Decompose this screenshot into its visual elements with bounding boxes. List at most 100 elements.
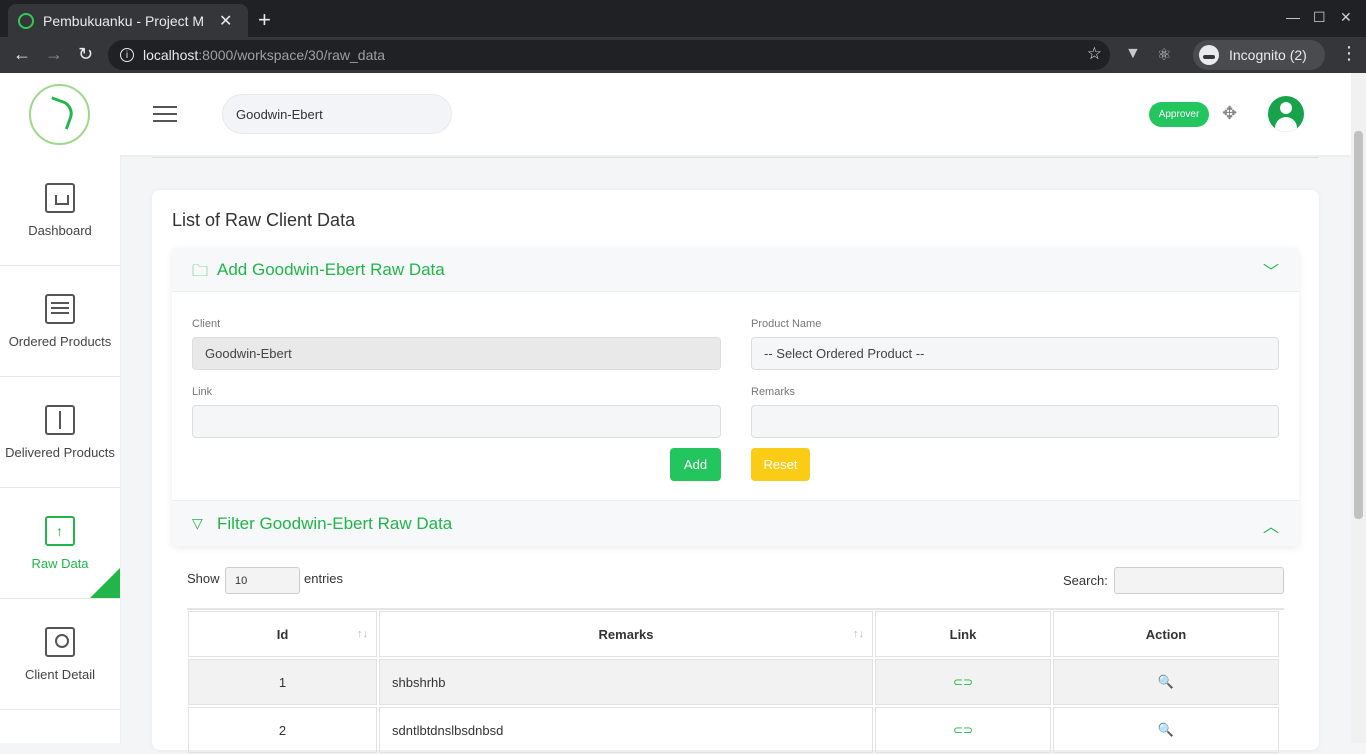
view-detail-icon[interactable]: 🔍 <box>1158 674 1174 690</box>
active-indicator <box>90 568 120 598</box>
cell-remarks: sdntlbtdnslbsdnbsd <box>379 707 873 753</box>
sidebar-item-label: Delivered Products <box>5 444 115 460</box>
add-panel-header[interactable]: 🗀 Add Goodwin-Ebert Raw Data ﹀ <box>172 248 1299 292</box>
remarks-label: Remarks <box>751 386 796 398</box>
table-search-input[interactable] <box>1114 567 1284 594</box>
close-window-icon[interactable]: ✕ <box>1340 9 1352 26</box>
address-bar[interactable]: i localhost :8000/workspace/30/raw_data … <box>108 40 1110 70</box>
url-path: :8000/workspace/30/raw_data <box>198 47 386 63</box>
sidebar-item-label: Dashboard <box>28 222 92 238</box>
sidebar-item-ordered-products[interactable]: Ordered Products <box>0 266 120 377</box>
column-label: Action <box>1145 626 1187 642</box>
reset-button[interactable]: Reset <box>751 448 810 481</box>
show-label: Show <box>187 571 220 586</box>
site-info-icon[interactable]: i <box>120 48 134 62</box>
column-header-id[interactable]: Id ↑↓ <box>188 611 377 657</box>
add-panel-title: Add Goodwin-Ebert Raw Data <box>217 260 445 279</box>
entries-length-select[interactable]: 10 <box>225 567 300 594</box>
client-label: Client <box>192 318 221 330</box>
column-label: Link <box>949 626 977 642</box>
maximize-icon[interactable]: ☐ <box>1313 9 1326 26</box>
forward-icon[interactable]: → <box>45 44 63 65</box>
page-scrollbar[interactable] <box>1351 73 1366 743</box>
column-header-link: Link <box>875 611 1051 657</box>
delivered-products-icon <box>45 404 75 435</box>
incognito-label: Incognito (2) <box>1229 47 1307 63</box>
client-detail-icon <box>45 626 75 657</box>
app-logo[interactable] <box>29 84 90 145</box>
app-header: Goodwin-Ebert Approver ✥ <box>0 73 1351 155</box>
dashboard-icon <box>45 182 75 213</box>
entries-label: entries <box>304 571 344 586</box>
extension-v-icon[interactable]: ▼ <box>1125 45 1141 63</box>
link-icon[interactable]: ⊂⊃ <box>953 675 973 689</box>
incognito-icon <box>1199 45 1219 65</box>
search-label: Search: <box>1063 573 1108 588</box>
table-row: 1 shbshrhb ⊂⊃ 🔍 <box>187 658 1284 706</box>
cell-link: ⊂⊃ <box>875 659 1051 705</box>
react-devtools-icon[interactable]: ⚛ <box>1157 45 1171 65</box>
workspace-selector[interactable]: Goodwin-Ebert <box>222 94 452 134</box>
table-header-row: Id ↑↓ Remarks ↑↓ Link Action <box>187 610 1284 658</box>
incognito-indicator[interactable]: Incognito (2) <box>1193 40 1325 70</box>
client-field: Goodwin-Ebert <box>192 337 721 370</box>
reload-icon[interactable]: ↻ <box>78 44 93 65</box>
column-header-remarks[interactable]: Remarks ↑↓ <box>379 611 873 657</box>
content-divider <box>152 157 1319 158</box>
add-button[interactable]: Add <box>670 448 721 481</box>
add-folder-icon: 🗀 <box>192 263 209 280</box>
sidebar: Dashboard Ordered Products Delivered Pro… <box>0 155 121 743</box>
browser-tab-strip: Pembukuanku - Project M ✕ + — ☐ ✕ <box>0 0 1366 37</box>
filter-panel-header[interactable]: ▽ Filter Goodwin-Ebert Raw Data ︿ <box>172 500 1299 546</box>
sidebar-item-label: Ordered Products <box>8 333 112 349</box>
sidebar-item-client-detail[interactable]: Client Detail <box>0 599 120 710</box>
close-tab-icon[interactable]: ✕ <box>219 11 232 31</box>
url-host: localhost <box>143 47 199 63</box>
chevron-up-icon[interactable]: ︿ <box>1263 513 1279 537</box>
sidebar-item-delivered-products[interactable]: Delivered Products <box>0 377 120 488</box>
minimize-icon[interactable]: — <box>1286 9 1300 25</box>
cell-id: 1 <box>188 659 377 705</box>
cell-action: 🔍 <box>1053 707 1279 753</box>
product-name-label: Product Name <box>751 318 822 330</box>
role-badge: Approver <box>1149 102 1209 127</box>
back-icon[interactable]: ← <box>13 44 31 65</box>
browser-tab[interactable]: Pembukuanku - Project M ✕ <box>8 4 248 37</box>
sidebar-item-label: Client Detail <box>24 666 96 682</box>
sidebar-item-dashboard[interactable]: Dashboard <box>0 155 120 266</box>
link-label: Link <box>192 386 213 398</box>
raw-data-icon <box>45 515 75 546</box>
column-header-action: Action <box>1053 611 1279 657</box>
scrollbar-thumb[interactable] <box>1354 131 1363 519</box>
sort-icon: ↑↓ <box>853 628 864 640</box>
user-avatar[interactable] <box>1268 96 1304 132</box>
product-name-select[interactable]: -- Select Ordered Product -- <box>751 337 1279 370</box>
chevron-down-icon[interactable]: ﹀ <box>1263 258 1279 282</box>
cell-id: 2 <box>188 707 377 753</box>
link-icon[interactable]: ⊂⊃ <box>953 723 973 737</box>
fullscreen-icon[interactable]: ✥ <box>1222 103 1237 124</box>
sort-icon: ↑↓ <box>357 628 368 640</box>
favicon-icon <box>18 12 34 29</box>
logo-mark-icon <box>43 96 77 130</box>
tab-title: Pembukuanku - Project M <box>43 12 205 29</box>
cell-remarks: shbshrhb <box>379 659 873 705</box>
column-label: Id <box>276 626 289 642</box>
link-input[interactable] <box>192 405 721 438</box>
raw-data-table: Id ↑↓ Remarks ↑↓ Link Action 1 shbshrhb ⊂⊃… <box>187 608 1284 754</box>
filter-panel-title: Filter Goodwin-Ebert Raw Data <box>217 514 453 533</box>
hamburger-menu-icon[interactable] <box>153 106 177 127</box>
view-detail-icon[interactable]: 🔍 <box>1158 722 1174 738</box>
page-title: List of Raw Client Data <box>172 210 356 230</box>
new-tab-icon[interactable]: + <box>258 7 271 33</box>
bookmark-star-icon[interactable]: ☆ <box>1087 44 1102 64</box>
remarks-input[interactable] <box>751 405 1279 438</box>
column-label: Remarks <box>598 626 654 642</box>
table-row: 2 sdntlbtdnslbsdnbsd ⊂⊃ 🔍 <box>187 706 1284 754</box>
browser-toolbar: ← → ↻ i localhost :8000/workspace/30/raw… <box>0 37 1366 73</box>
browser-menu-icon[interactable]: ⋮ <box>1340 43 1358 64</box>
add-raw-data-panel: 🗀 Add Goodwin-Ebert Raw Data ﹀ Client Go… <box>172 248 1299 546</box>
raw-data-card: List of Raw Client Data 🗀 Add Goodwin-Eb… <box>152 190 1319 753</box>
ordered-products-icon <box>45 293 75 324</box>
sidebar-item-raw-data[interactable]: Raw Data <box>0 488 120 599</box>
